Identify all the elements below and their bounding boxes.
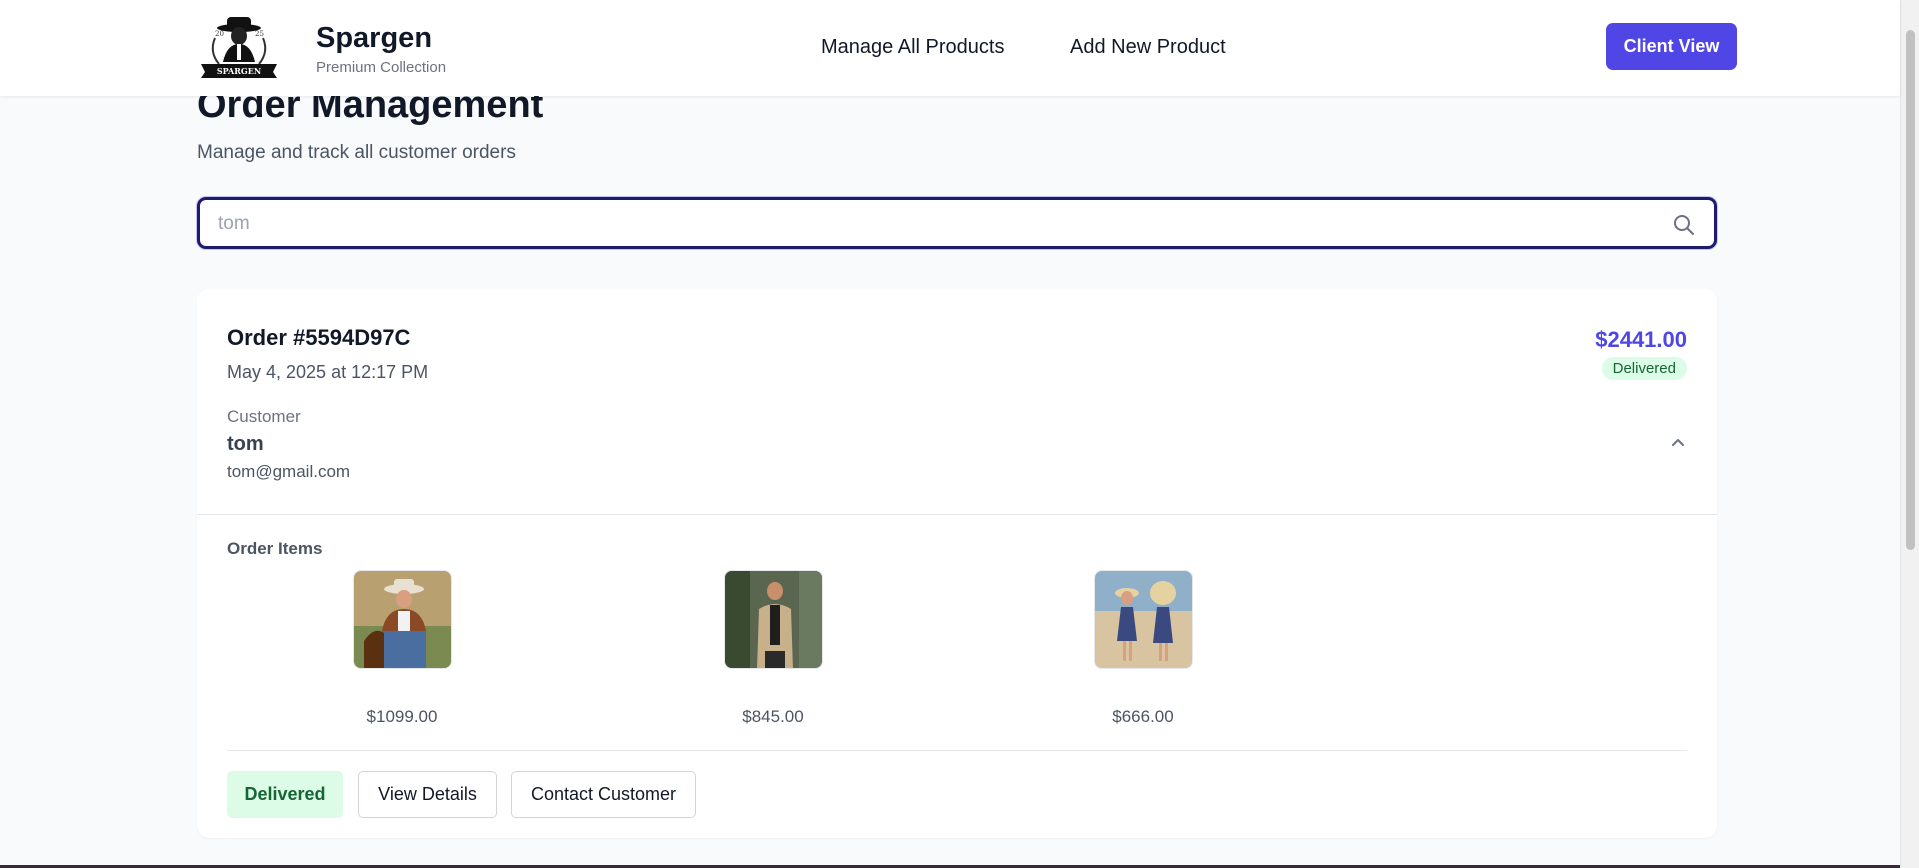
- contact-customer-button[interactable]: Contact Customer: [511, 771, 696, 818]
- product-thumbnail-cowboy-outfit[interactable]: [352, 570, 452, 669]
- delivered-status-button[interactable]: Delivered: [227, 771, 343, 818]
- svg-text:SPARGEN: SPARGEN: [217, 66, 261, 76]
- svg-text:20: 20: [215, 30, 224, 38]
- search-icon[interactable]: [1672, 213, 1696, 237]
- customer-email: tom@gmail.com: [227, 462, 351, 481]
- product-thumbnail-trench-coat[interactable]: [723, 570, 823, 669]
- status-badge: Delivered: [1601, 357, 1687, 380]
- page-subtitle: Manage and track all customer orders: [197, 142, 516, 163]
- svg-text:25: 25: [255, 30, 264, 38]
- top-header: 20 25 SPARGEN Spargen Premium Collection…: [0, 0, 1900, 96]
- view-details-button[interactable]: View Details: [358, 771, 497, 818]
- nav-manage-all-products[interactable]: Manage All Products: [821, 36, 1004, 59]
- customer-label: Customer: [227, 407, 301, 426]
- order-item[interactable]: $845.00: [693, 570, 853, 727]
- vertical-scrollbar[interactable]: [1900, 0, 1919, 868]
- scrollbar-thumb[interactable]: [1906, 30, 1915, 550]
- item-price: $1099.00: [366, 707, 438, 726]
- order-date: May 4, 2025 at 12:17 PM: [227, 362, 429, 382]
- order-card: Order #5594D97C May 4, 2025 at 12:17 PM …: [197, 289, 1717, 838]
- item-price: $845.00: [742, 707, 804, 726]
- search-box[interactable]: [197, 197, 1717, 249]
- item-price: $666.00: [1112, 707, 1174, 726]
- order-items-label: Order Items: [227, 539, 323, 558]
- client-view-button[interactable]: Client View: [1606, 23, 1737, 70]
- brand-name: Spargen: [316, 22, 433, 54]
- spargen-logo[interactable]: 20 25 SPARGEN: [197, 14, 281, 78]
- customer-name: tom: [227, 433, 264, 455]
- order-item[interactable]: $666.00: [1063, 570, 1223, 727]
- order-id: Order #5594D97C: [227, 325, 411, 350]
- brand-tagline: Premium Collection: [316, 59, 447, 76]
- order-total: $2441.00: [1595, 327, 1687, 352]
- search-input[interactable]: [218, 212, 1618, 236]
- card-divider: [197, 514, 1717, 515]
- product-thumbnail-kids-dresses[interactable]: [1093, 570, 1193, 669]
- nav-add-new-product[interactable]: Add New Product: [1070, 36, 1226, 59]
- actions-divider: [227, 750, 1687, 751]
- chevron-up-icon[interactable]: [1669, 433, 1687, 451]
- order-item[interactable]: $1099.00: [322, 570, 482, 727]
